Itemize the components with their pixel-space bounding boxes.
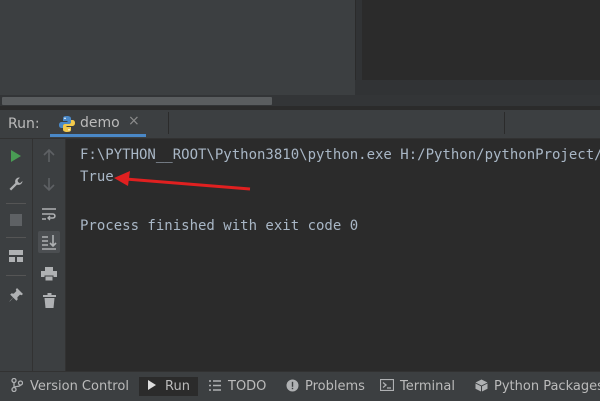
trash-icon[interactable] (38, 289, 60, 311)
wrench-icon[interactable] (5, 173, 27, 195)
tab-divider (168, 112, 169, 134)
scroll-down-icon[interactable] (38, 173, 60, 195)
pane-divider[interactable] (355, 0, 356, 80)
toolbar-separator (6, 275, 26, 276)
run-label: Run: (8, 116, 40, 132)
scroll-to-end-icon[interactable] (38, 231, 60, 253)
version-control-label: Version Control (30, 379, 129, 394)
run-icon[interactable] (5, 145, 27, 167)
problems-label: Problems (305, 379, 365, 394)
todo-tab[interactable]: TODO (208, 377, 266, 396)
tab-label: demo (80, 115, 120, 131)
todo-label: TODO (228, 379, 267, 394)
version-control-tab[interactable]: Version Control (10, 377, 129, 396)
python-packages-tab[interactable]: Python Packages (474, 377, 600, 396)
stop-icon[interactable] (5, 209, 27, 231)
python-icon (58, 115, 76, 133)
active-tab-indicator (50, 134, 146, 137)
run-icon (145, 379, 159, 394)
problems-tab[interactable]: Problems (285, 377, 365, 396)
pin-icon[interactable] (5, 284, 27, 306)
toolbar-separator (6, 203, 26, 204)
layout-icon[interactable] (5, 245, 27, 267)
run-tool-label: Run (165, 379, 190, 394)
console-toolbar (33, 139, 66, 371)
terminal-icon (379, 378, 395, 394)
tab-divider (504, 112, 505, 134)
terminal-label: Terminal (400, 379, 455, 394)
terminal-tab[interactable]: Terminal (379, 377, 455, 396)
horizontal-scrollbar[interactable] (2, 97, 272, 105)
problems-icon (285, 379, 299, 395)
python-packages-label: Python Packages (494, 379, 600, 394)
project-pane (0, 0, 355, 106)
editor-area (0, 0, 600, 106)
toolbar-separator (6, 237, 26, 238)
close-icon[interactable]: × (128, 113, 140, 129)
scroll-up-icon[interactable] (38, 145, 60, 167)
editor-pane (362, 0, 600, 80)
python-packages-icon (474, 379, 488, 395)
red-annotation-arrow (114, 171, 251, 191)
version-control-icon (10, 377, 24, 395)
tool-window-bar: Version Control Run TODO Problems Termin… (0, 371, 600, 401)
console-output[interactable]: F:\PYTHON__ROOT\Python3810\python.exe H:… (66, 139, 600, 371)
soft-wrap-icon[interactable] (38, 203, 60, 225)
print-icon[interactable] (38, 263, 60, 285)
run-toolbar (0, 139, 33, 371)
run-tool-tab[interactable]: Run (139, 377, 198, 396)
todo-icon (208, 379, 222, 394)
